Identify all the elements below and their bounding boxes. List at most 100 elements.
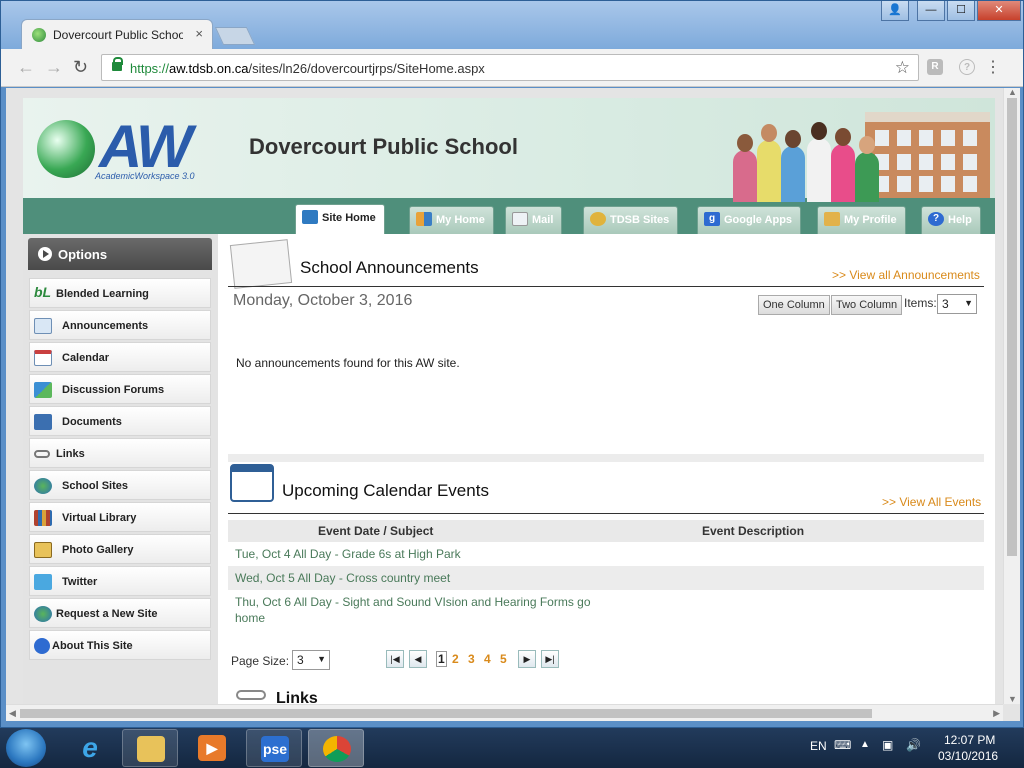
browser-tab[interactable]: Dovercourt Public Schoo × — [21, 19, 213, 49]
sidebar-item-announcements[interactable]: Announcements — [29, 310, 211, 340]
main-content: School Announcements >> View all Announc… — [228, 234, 984, 704]
links-chain-icon — [236, 690, 266, 700]
page-number[interactable]: 3 — [468, 652, 475, 666]
event-subject[interactable]: Thu, Oct 6 All Day - Sight and Sound VIs… — [235, 595, 591, 625]
media-player-icon: ▶ — [198, 735, 226, 761]
newspaper-icon — [229, 239, 293, 289]
keyboard-icon[interactable]: ⌨ — [834, 738, 851, 752]
col-event-subject[interactable]: Event Date / Subject — [318, 524, 433, 538]
first-page-button[interactable]: |◀ — [386, 650, 404, 668]
taskbar-explorer[interactable] — [122, 729, 178, 767]
tab-mail[interactable]: Mail — [505, 206, 563, 234]
event-row[interactable]: Wed, Oct 5 All Day - Cross country meet — [228, 566, 984, 590]
event-subject[interactable]: Tue, Oct 4 All Day - Grade 6s at High Pa… — [235, 547, 461, 561]
taskbar-media[interactable]: ▶ — [184, 729, 240, 767]
close-button[interactable]: ✕ — [977, 1, 1021, 21]
maximize-button[interactable]: ☐ — [947, 1, 975, 21]
aw-globe-logo-icon — [37, 120, 95, 178]
main-nav: Site Home My Home Mail TDSB Sites g Goog… — [23, 202, 995, 234]
page-size-select[interactable]: 3 — [292, 650, 330, 670]
network-icon[interactable]: ▣ — [882, 738, 893, 752]
view-all-events-link[interactable]: >> View All Events — [882, 495, 981, 509]
taskbar-ie[interactable]: e — [62, 729, 118, 767]
sidebar-item-blended-learning[interactable]: bL Blended Learning — [29, 278, 211, 308]
tab-my-profile[interactable]: My Profile — [817, 206, 906, 234]
minimize-button[interactable]: — — [917, 1, 945, 21]
vertical-scrollbar[interactable]: ▲ ▼ — [1003, 88, 1020, 704]
sidebar-item-documents[interactable]: Documents — [29, 406, 211, 436]
tab-site-home[interactable]: Site Home — [295, 204, 385, 234]
view-all-announcements-link[interactable]: >> View all Announcements — [832, 268, 980, 282]
language-indicator[interactable]: EN — [810, 739, 827, 753]
event-subject[interactable]: Wed, Oct 5 All Day - Cross country meet — [235, 571, 450, 585]
info-icon — [34, 638, 50, 654]
clock-date[interactable]: 03/10/2016 — [938, 749, 998, 763]
event-row[interactable]: Thu, Oct 6 All Day - Sight and Sound VIs… — [228, 590, 608, 630]
taskbar-pse[interactable]: pse — [246, 729, 302, 767]
items-select[interactable]: 3 — [937, 294, 977, 314]
house-icon — [302, 210, 318, 224]
page-number[interactable]: 5 — [500, 652, 507, 666]
sidebar-item-virtual-library[interactable]: Virtual Library — [29, 502, 211, 532]
web-page: AW AcademicWorkspace 3.0 Dovercourt Publ… — [23, 98, 995, 704]
tab-help[interactable]: ? Help — [921, 206, 981, 234]
documents-icon — [34, 414, 52, 430]
vertical-scroll-thumb[interactable] — [1007, 98, 1017, 556]
horizontal-scrollbar[interactable]: ◀ ▶ — [6, 704, 1003, 721]
horizontal-scroll-thumb[interactable] — [20, 709, 872, 718]
bookmark-star-icon[interactable]: ☆ — [895, 58, 910, 78]
new-tab-button[interactable] — [214, 27, 256, 45]
tab-tdsb-sites[interactable]: TDSB Sites — [583, 206, 679, 234]
show-hidden-icons-icon[interactable]: ▲ — [860, 739, 870, 750]
sidebar-item-request-new-site[interactable]: Request a New Site — [29, 598, 211, 628]
sidebar-item-school-sites[interactable]: School Sites — [29, 470, 211, 500]
google-icon: g — [704, 212, 720, 226]
events-pager: Page Size: 3 |◀ ◀ 1 2 3 4 5 ▶ ▶| — [228, 648, 984, 672]
globe-plus-icon — [34, 606, 52, 622]
two-column-button[interactable]: Two Column — [831, 295, 903, 315]
photo-icon — [34, 542, 52, 558]
site-banner: AW AcademicWorkspace 3.0 Dovercourt Publ… — [23, 98, 995, 202]
back-icon[interactable]: ← — [17, 57, 35, 78]
prev-page-button[interactable]: ◀ — [409, 650, 427, 668]
no-announcements-message: No announcements found for this AW site. — [236, 356, 460, 370]
volume-icon[interactable]: 🔊 — [906, 738, 921, 752]
event-row[interactable]: Tue, Oct 4 All Day - Grade 6s at High Pa… — [228, 542, 984, 566]
sidebar-item-discussion-forums[interactable]: Discussion Forums — [29, 374, 211, 404]
divider — [228, 513, 984, 514]
start-button[interactable] — [6, 729, 46, 767]
page-viewport: AW AcademicWorkspace 3.0 Dovercourt Publ… — [6, 88, 1020, 721]
tab-title: Dovercourt Public Schoo — [53, 28, 183, 42]
sidebar-item-calendar[interactable]: Calendar — [29, 342, 211, 372]
profile-icon[interactable]: 👤 — [881, 1, 909, 21]
page-number-current[interactable]: 1 — [436, 651, 447, 667]
address-bar[interactable]: https://aw.tdsb.on.ca/sites/ln26/doverco… — [101, 54, 919, 81]
tab-close-icon[interactable]: × — [195, 26, 203, 41]
clock-time[interactable]: 12:07 PM — [944, 733, 995, 747]
col-event-description[interactable]: Event Description — [702, 524, 804, 538]
folder-icon — [137, 736, 165, 762]
section-spacer — [228, 454, 984, 462]
aw-logo-subtitle: AcademicWorkspace 3.0 — [95, 171, 195, 181]
last-page-button[interactable]: ▶| — [541, 650, 559, 668]
reload-icon[interactable]: ↻ — [73, 57, 88, 78]
divider — [228, 286, 984, 287]
one-column-button[interactable]: One Column — [758, 295, 830, 315]
sidebar-item-links[interactable]: Links — [29, 438, 211, 468]
sidebar-item-photo-gallery[interactable]: Photo Gallery — [29, 534, 211, 564]
next-page-button[interactable]: ▶ — [518, 650, 536, 668]
extension-help-icon[interactable]: ? — [959, 59, 975, 75]
extension-r-icon[interactable]: R — [927, 59, 943, 75]
sidebar-item-twitter[interactable]: Twitter — [29, 566, 211, 596]
browser-menu-icon[interactable]: ⋮ — [985, 57, 1001, 77]
page-number[interactable]: 2 — [452, 652, 459, 666]
chrome-icon — [323, 736, 351, 762]
forward-icon[interactable]: → — [45, 57, 63, 78]
tab-my-home[interactable]: My Home — [409, 206, 494, 234]
tab-google-apps[interactable]: g Google Apps — [697, 206, 802, 234]
sidebar-item-about[interactable]: About This Site — [29, 630, 211, 660]
page-number[interactable]: 4 — [484, 652, 491, 666]
url-text: https://aw.tdsb.on.ca/sites/ln26/doverco… — [130, 61, 485, 76]
taskbar-chrome[interactable] — [308, 729, 364, 767]
announcements-icon — [34, 318, 52, 334]
